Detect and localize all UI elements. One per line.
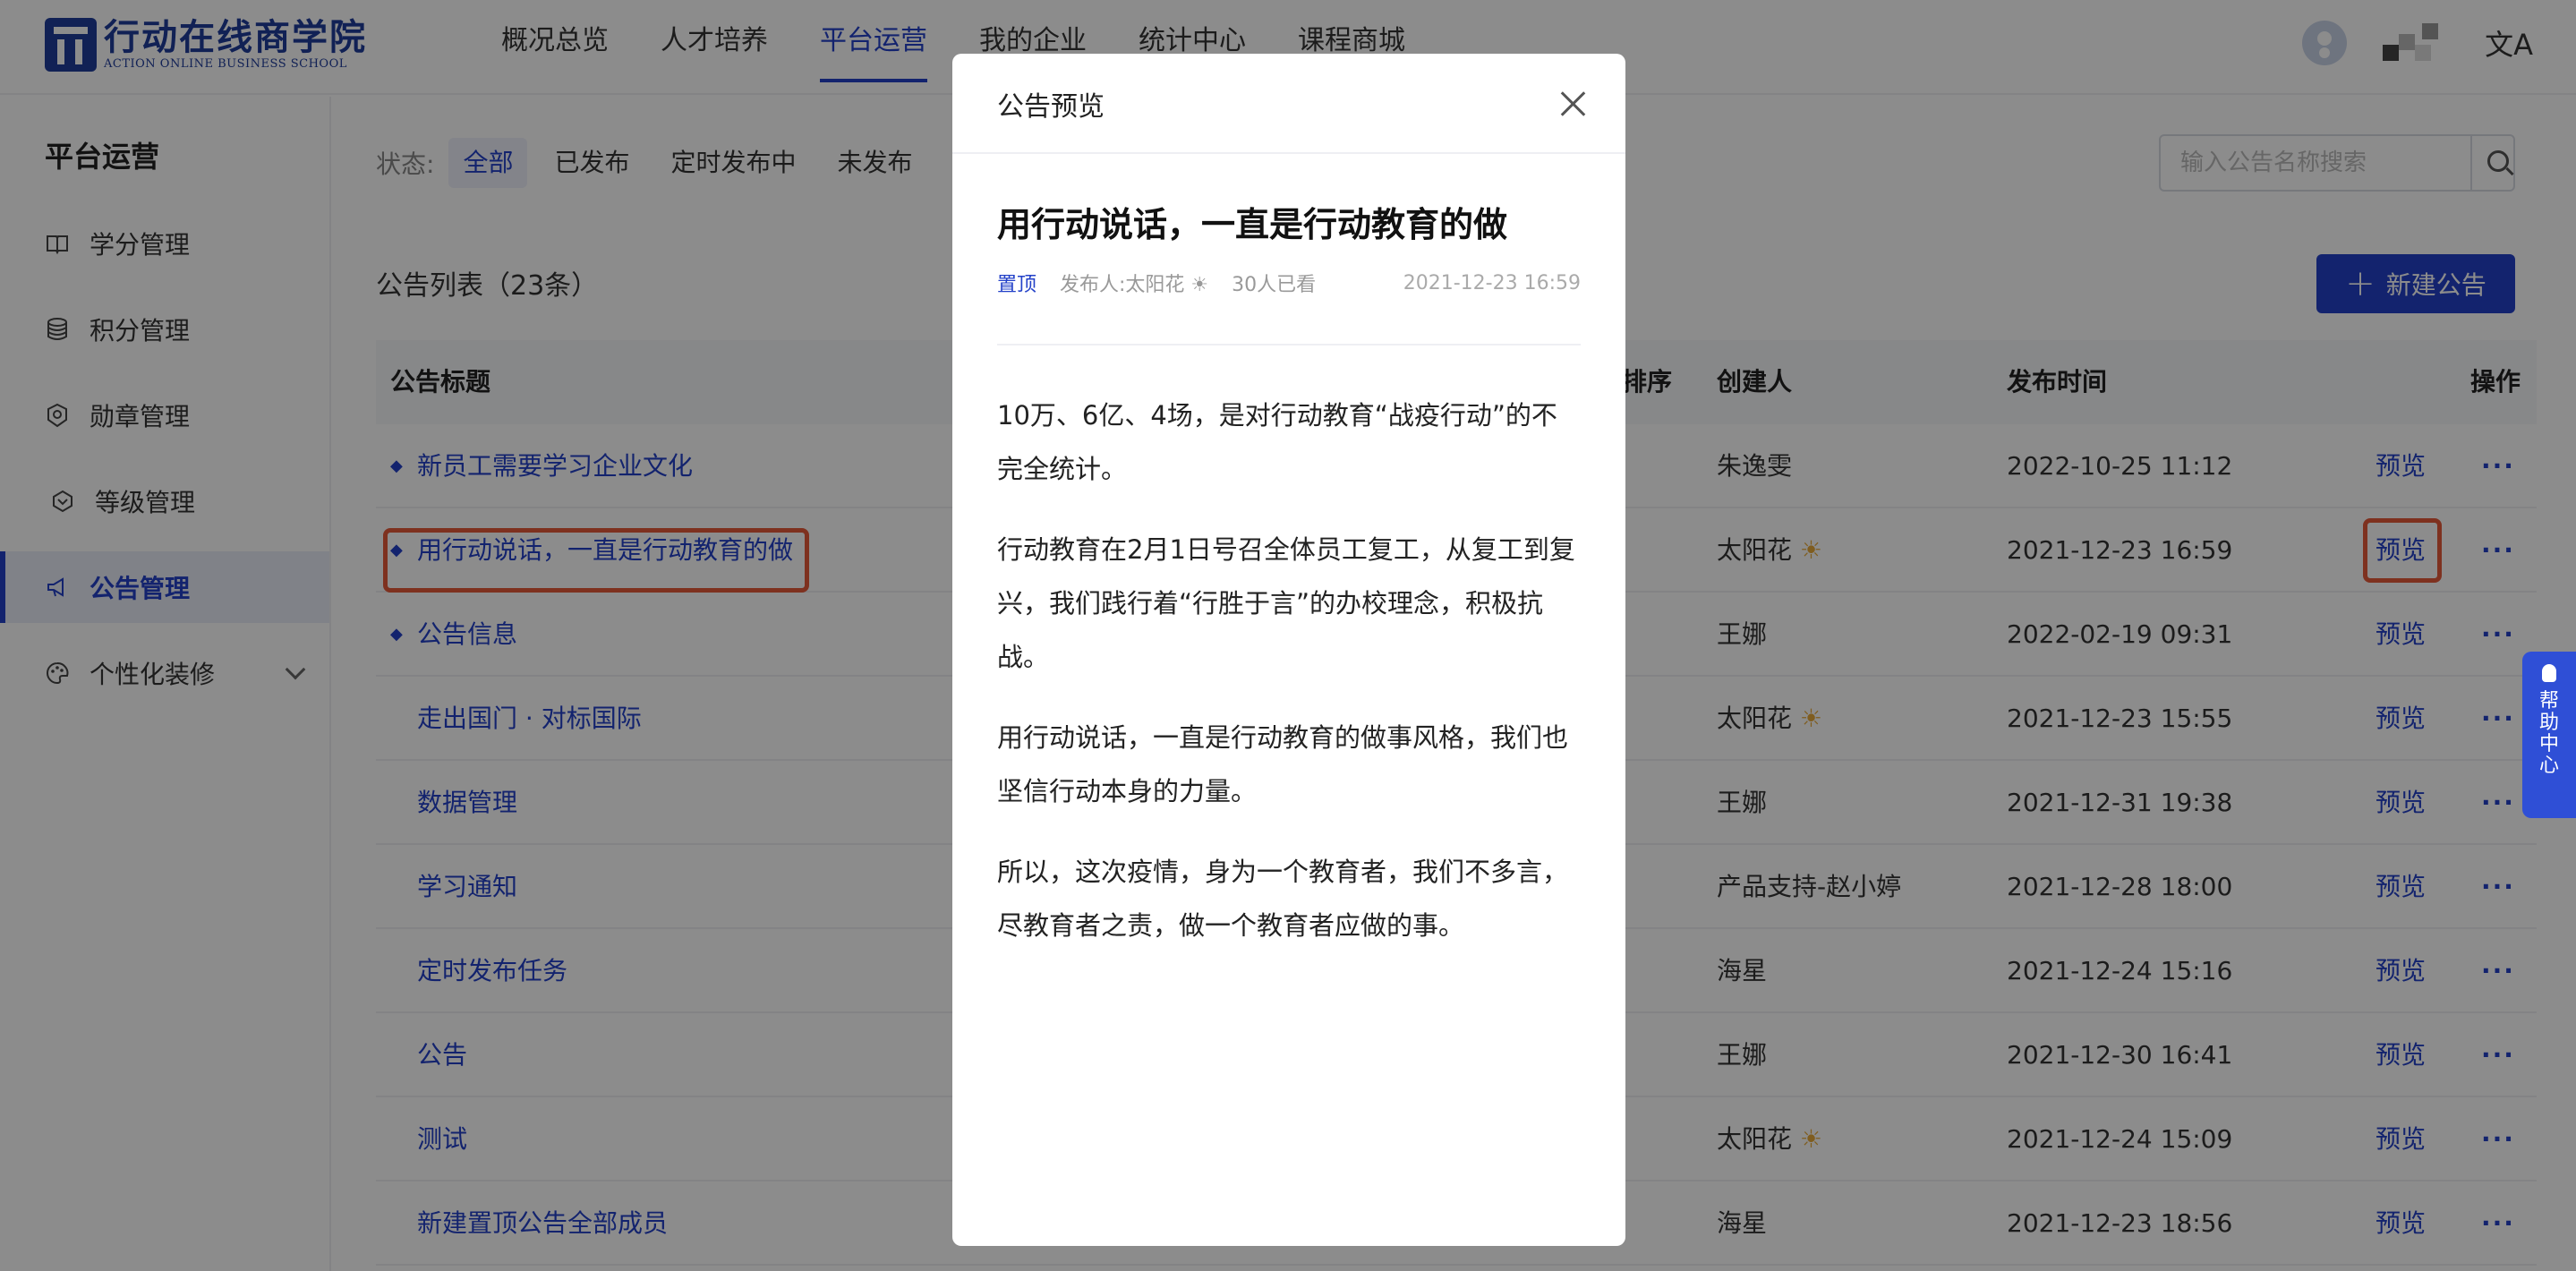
modal-title: 公告预览 — [997, 91, 1105, 123]
article-meta: 置顶 发布人:太阳花 ☀ 30人已看 2021-12-23 16:59 — [997, 269, 1581, 297]
announcement-preview-modal: 公告预览 用行动说话，一直是行动教育的做 置顶 发布人:太阳花 ☀ 30人已看 … — [952, 54, 1625, 1246]
article-title: 用行动说话，一直是行动教育的做 — [997, 205, 1508, 244]
article-body: 10万、6亿、4场，是对行动教育“战疫行动”的不完全统计。 行动教育在2月1日号… — [997, 388, 1581, 979]
publisher: 发布人:太阳花 ☀ — [1060, 269, 1208, 297]
lightbulb-icon — [2542, 664, 2556, 682]
article-paragraph: 用行动说话，一直是行动教育的做事风格，我们也坚信行动本身的力量。 — [997, 722, 1569, 806]
pinned-tag: 置顶 — [997, 274, 1037, 296]
help-center-tab[interactable]: 帮助中心 — [2522, 652, 2576, 818]
article-paragraph: 10万、6亿、4场，是对行动教育“战疫行动”的不完全统计。 — [997, 400, 1557, 484]
article-paragraph: 行动教育在2月1日号召全体员工复工，从复工到复兴，我们践行着“行胜于言”的办校理… — [997, 534, 1575, 672]
close-icon[interactable] — [1556, 86, 1591, 122]
view-count: 30人已看 — [1232, 274, 1317, 296]
article-divider — [997, 344, 1581, 345]
publish-date: 2021-12-23 16:59 — [1403, 271, 1581, 294]
modal-header: 公告预览 — [952, 54, 1625, 154]
article-paragraph: 所以，这次疫情，身为一个教育者，我们不多言，尽教育者之责，做一个教育者应做的事。 — [997, 857, 1569, 941]
publisher-text: 发布人:太阳花 — [1060, 274, 1185, 296]
sun-icon: ☀ — [1184, 274, 1209, 296]
help-center-label: 帮助中心 — [2538, 690, 2559, 777]
